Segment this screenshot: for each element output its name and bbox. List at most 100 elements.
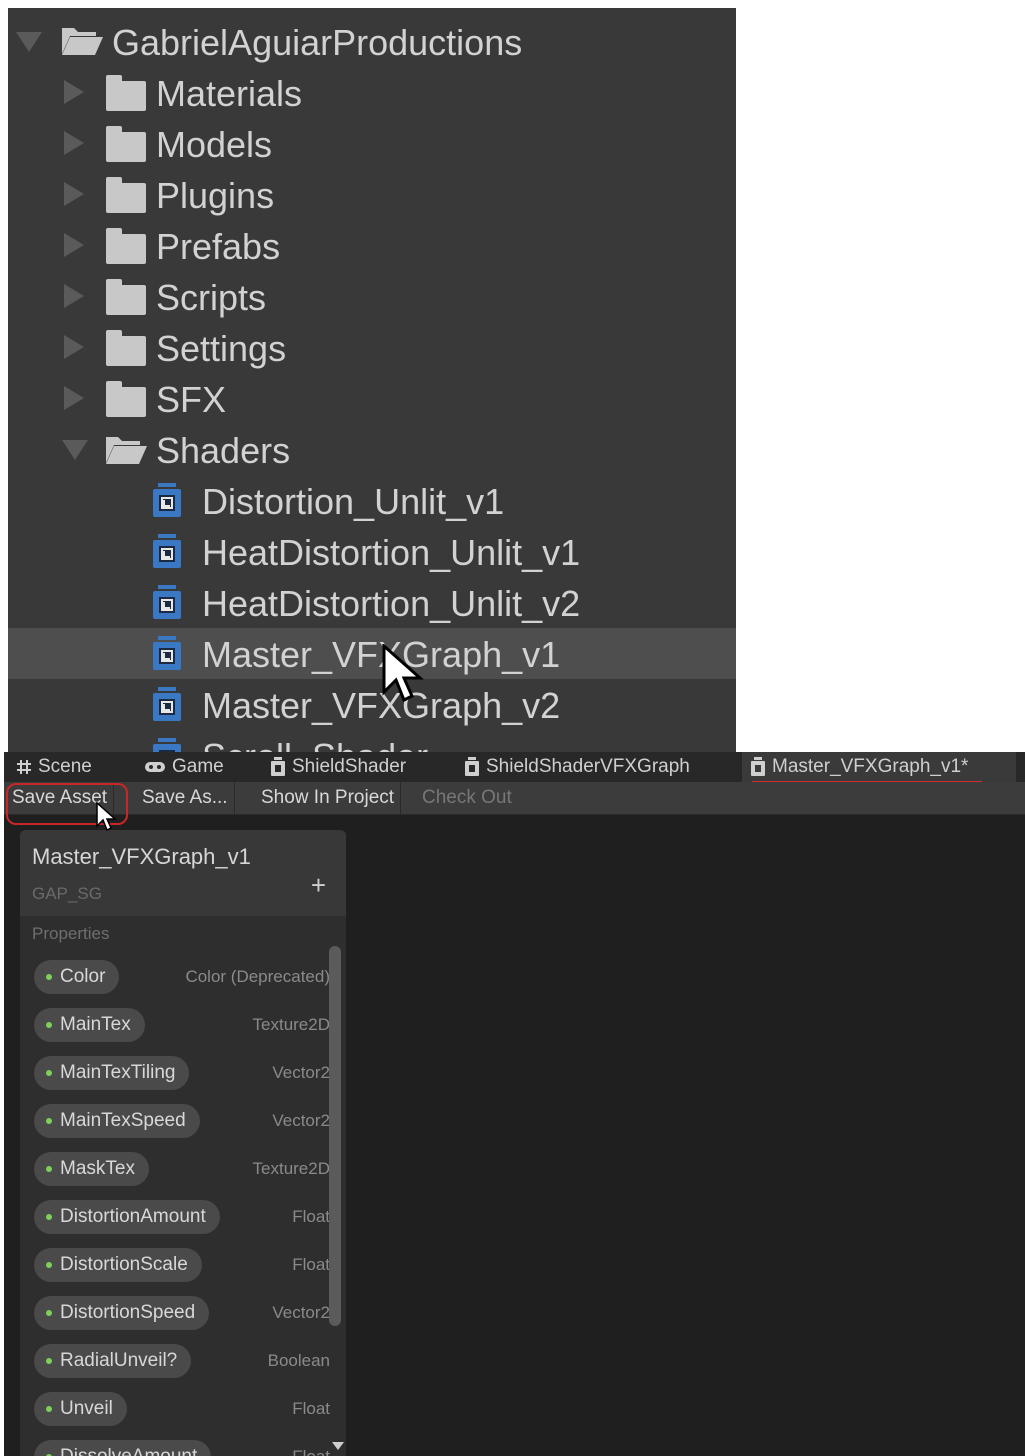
property-pill[interactable]: MainTexTiling bbox=[34, 1056, 190, 1090]
tree-folder-prefabs[interactable]: Prefabs bbox=[8, 220, 736, 271]
shader-graph-icon bbox=[153, 534, 181, 568]
tab-shieldshadervfxgraph[interactable]: ShieldShaderVFXGraph bbox=[464, 752, 690, 782]
tab-shieldshader[interactable]: ShieldShader bbox=[270, 752, 406, 782]
tree-shader-item[interactable]: HeatDistortion_Unlit_v2 bbox=[8, 577, 736, 628]
collapse-arrow-icon[interactable] bbox=[62, 440, 88, 460]
property-dot-icon bbox=[46, 1118, 52, 1124]
property-row[interactable]: RadialUnveil? Boolean bbox=[34, 1344, 330, 1380]
check-out-button[interactable]: Check Out bbox=[416, 782, 518, 814]
expand-arrow-icon[interactable] bbox=[64, 182, 84, 206]
grid-icon bbox=[16, 759, 32, 775]
property-row[interactable]: Unveil Float bbox=[34, 1392, 330, 1428]
expand-arrow-icon[interactable] bbox=[64, 284, 84, 308]
expand-arrow-icon[interactable] bbox=[64, 131, 84, 155]
expand-arrow-icon[interactable] bbox=[64, 80, 84, 104]
shader-graph-icon bbox=[270, 757, 286, 777]
tree-folder-sfx[interactable]: SFX bbox=[8, 373, 736, 424]
tree-folder-shaders[interactable]: Shaders bbox=[8, 424, 736, 475]
property-type: Float bbox=[292, 1255, 330, 1274]
property-type: Float bbox=[292, 1207, 330, 1226]
tab-game[interactable]: Game bbox=[144, 752, 224, 782]
tree-folder-plugins[interactable]: Plugins bbox=[8, 169, 736, 220]
tree-shader-label: HeatDistortion_Unlit_v1 bbox=[202, 532, 581, 573]
tree-folder-scripts[interactable]: Scripts bbox=[8, 271, 736, 322]
property-pill[interactable]: RadialUnveil? bbox=[34, 1344, 192, 1378]
property-pill[interactable]: MaskTex bbox=[34, 1152, 149, 1186]
project-tree: GabrielAguiarProductions Materials Model… bbox=[8, 8, 736, 752]
shader-graph-icon bbox=[153, 687, 181, 721]
blackboard-title: Master_VFXGraph_v1 bbox=[32, 844, 251, 869]
tab-label: ShieldShader bbox=[292, 756, 407, 777]
property-dot-icon bbox=[46, 1406, 52, 1412]
blackboard-header: Master_VFXGraph_v1 GAP_SG + bbox=[20, 830, 346, 916]
blackboard-panel: Master_VFXGraph_v1 GAP_SG + Properties C… bbox=[20, 830, 346, 1456]
property-row[interactable]: DistortionSpeed Vector2 bbox=[34, 1296, 330, 1332]
tab-scene[interactable]: Scene bbox=[16, 752, 92, 782]
folder-icon bbox=[106, 279, 146, 315]
property-pill[interactable]: DissolveAmount bbox=[34, 1440, 212, 1456]
property-row[interactable]: DissolveAmount Float bbox=[34, 1440, 330, 1456]
tab-master-vfxgraph-v1[interactable]: Master_VFXGraph_v1* bbox=[742, 752, 1016, 782]
tree-folder-label: Shaders bbox=[156, 430, 291, 471]
blackboard-scrollbar[interactable] bbox=[329, 946, 341, 1326]
property-pill[interactable]: DistortionScale bbox=[34, 1248, 202, 1282]
property-pill[interactable]: Unveil bbox=[34, 1392, 127, 1426]
property-pill[interactable]: DistortionSpeed bbox=[34, 1296, 210, 1330]
mouse-cursor-icon bbox=[96, 802, 117, 832]
property-pill[interactable]: DistortionAmount bbox=[34, 1200, 220, 1234]
add-property-button[interactable]: + bbox=[311, 872, 326, 898]
shader-graph-icon bbox=[153, 738, 181, 752]
folder-open-icon bbox=[106, 437, 147, 464]
folder-icon bbox=[106, 126, 146, 162]
property-row[interactable]: MainTexSpeed Vector2 bbox=[34, 1104, 330, 1140]
tree-folder-materials[interactable]: Materials bbox=[8, 67, 736, 118]
property-name: DistortionSpeed bbox=[60, 1302, 196, 1323]
tree-shader-item[interactable]: HeatDistortion_Unlit_v1 bbox=[8, 526, 736, 577]
expand-arrow-icon[interactable] bbox=[64, 386, 84, 410]
tree-folder-label: Models bbox=[156, 124, 273, 165]
property-row[interactable]: MainTex Texture2D bbox=[34, 1008, 330, 1044]
property-name: MainTexTiling bbox=[60, 1062, 176, 1083]
tree-root-label: GabrielAguiarProductions bbox=[112, 22, 523, 63]
property-row[interactable]: MainTexTiling Vector2 bbox=[34, 1056, 330, 1092]
gamepad-icon bbox=[144, 760, 166, 774]
property-row[interactable]: DistortionAmount Float bbox=[34, 1200, 330, 1236]
property-type: Float bbox=[292, 1399, 330, 1418]
tree-shader-item[interactable]: Scroll_Shader bbox=[8, 730, 736, 752]
shader-graph-icon bbox=[153, 636, 181, 670]
save-as-button[interactable]: Save As... bbox=[136, 782, 235, 814]
expand-arrow-icon[interactable] bbox=[64, 335, 84, 359]
property-pill[interactable]: MainTex bbox=[34, 1008, 145, 1042]
editor-tab-bar: Scene Game ShieldShader ShieldShaderVFXG… bbox=[4, 752, 1025, 783]
tree-shader-item[interactable]: Distortion_Unlit_v1 bbox=[8, 475, 736, 526]
shader-graph-icon bbox=[750, 757, 766, 777]
tree-shader-item[interactable]: Master_VFXGraph_v2 bbox=[8, 679, 736, 730]
property-name: RadialUnveil? bbox=[60, 1350, 178, 1371]
folder-icon bbox=[106, 177, 146, 213]
tree-root[interactable]: GabrielAguiarProductions bbox=[8, 16, 736, 67]
mouse-cursor-icon bbox=[382, 644, 424, 703]
property-row[interactable]: MaskTex Texture2D bbox=[34, 1152, 330, 1188]
show-in-project-button[interactable]: Show In Project bbox=[255, 782, 402, 814]
shader-graph-icon bbox=[464, 757, 480, 777]
scroll-down-arrow-icon[interactable] bbox=[332, 1442, 344, 1450]
property-dot-icon bbox=[46, 1166, 52, 1172]
tree-folder-label: Plugins bbox=[156, 175, 275, 216]
tree-folder-models[interactable]: Models bbox=[8, 118, 736, 169]
property-name: MainTex bbox=[60, 1014, 131, 1035]
property-row[interactable]: Color Color (Deprecated) bbox=[34, 960, 330, 996]
property-type: Texture2D bbox=[252, 1015, 330, 1034]
collapse-arrow-icon[interactable] bbox=[16, 32, 42, 52]
property-type: Vector2 bbox=[272, 1303, 330, 1322]
tab-label: Scene bbox=[38, 756, 92, 777]
tree-shader-item-selected[interactable]: Master_VFXGraph_v1 bbox=[8, 628, 736, 679]
property-pill[interactable]: Color bbox=[34, 960, 120, 994]
tree-folder-label: Prefabs bbox=[156, 226, 281, 267]
property-pill[interactable]: MainTexSpeed bbox=[34, 1104, 200, 1138]
folder-open-icon bbox=[62, 28, 103, 55]
property-row[interactable]: DistortionScale Float bbox=[34, 1248, 330, 1284]
property-type: Texture2D bbox=[252, 1159, 330, 1178]
tree-folder-label: Materials bbox=[156, 73, 303, 114]
tree-folder-settings[interactable]: Settings bbox=[8, 322, 736, 373]
expand-arrow-icon[interactable] bbox=[64, 233, 84, 257]
